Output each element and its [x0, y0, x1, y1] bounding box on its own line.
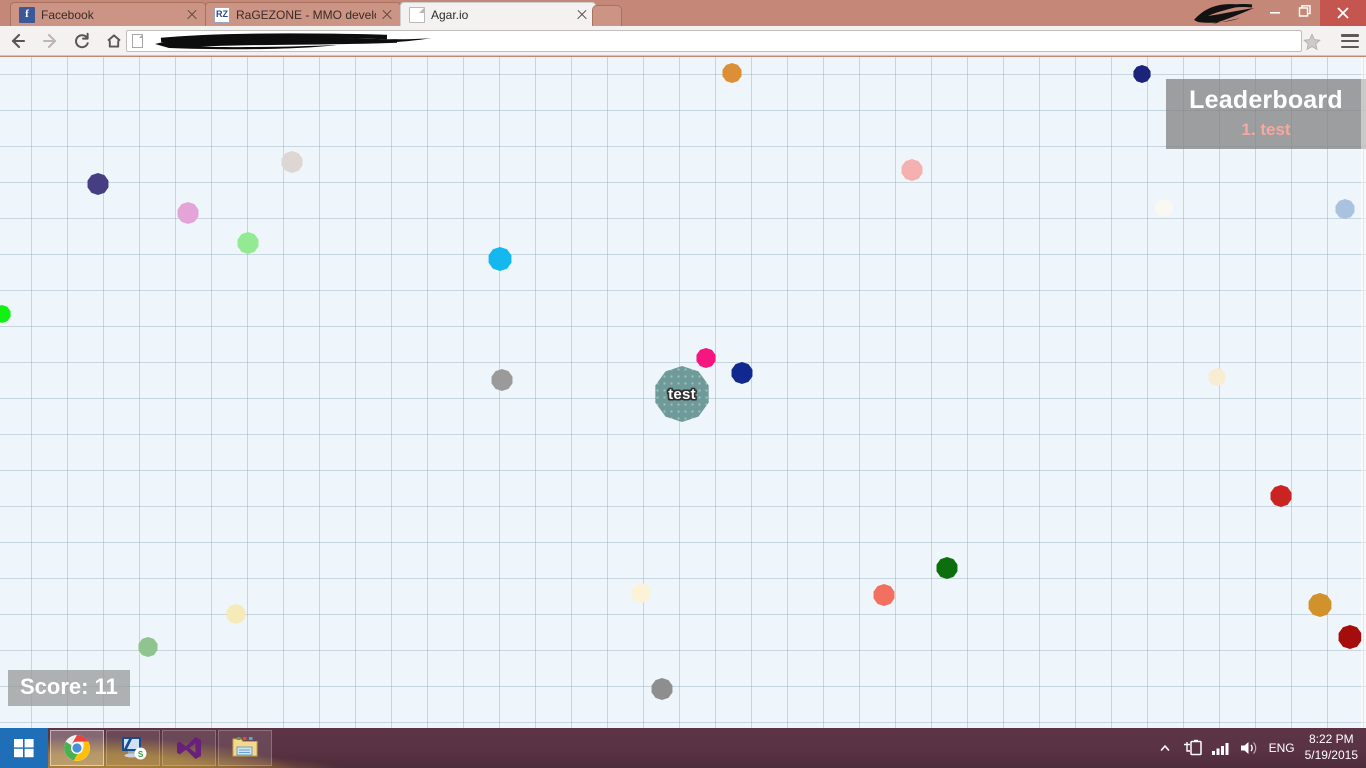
- home-icon[interactable]: [100, 27, 128, 55]
- windows-taskbar: S ENG 8:22 PM 5/19/2015: [0, 728, 1366, 768]
- page-scrollbar[interactable]: [1361, 57, 1366, 728]
- minimize-icon[interactable]: [1260, 0, 1290, 22]
- speaker-icon[interactable]: [1238, 728, 1260, 768]
- browser-tab-facebook[interactable]: f Facebook: [10, 2, 206, 26]
- star-icon[interactable]: [1302, 32, 1322, 52]
- tab-strip: f Facebook RZ RaGEZONE - MMO develo Agar…: [0, 0, 1366, 26]
- restore-icon[interactable]: [1290, 0, 1320, 22]
- agario-game-canvas[interactable]: test Leaderboard 1. test Score: 11: [0, 57, 1366, 728]
- leaderboard-panel: Leaderboard 1. test: [1166, 79, 1366, 150]
- document-icon: [409, 6, 425, 23]
- food-pellet: [651, 678, 673, 700]
- score-panel: Score: 11: [8, 670, 130, 706]
- food-pellet: [731, 362, 753, 384]
- food-pellet: [491, 369, 513, 391]
- food-pellet: [0, 305, 11, 323]
- tab-close-icon[interactable]: [575, 8, 589, 22]
- tab-title: Agar.io: [431, 7, 469, 22]
- food-pellet: [138, 637, 158, 657]
- chevron-up-icon[interactable]: [1154, 728, 1176, 768]
- new-tab-button[interactable]: [592, 5, 622, 26]
- food-pellet: [237, 232, 259, 254]
- score-label: Score: 11: [20, 674, 118, 699]
- svg-text:S: S: [138, 750, 144, 759]
- window-controls: [1260, 0, 1366, 26]
- forward-arrow-icon[interactable]: [36, 27, 64, 55]
- taskbar-buttons: S: [0, 728, 272, 768]
- browser-tab-agario[interactable]: Agar.io: [400, 2, 596, 26]
- hamburger-menu-icon[interactable]: [1340, 32, 1360, 50]
- clock[interactable]: 8:22 PM 5/19/2015: [1305, 732, 1358, 763]
- leaderboard-title: Leaderboard: [1189, 86, 1343, 114]
- food-pellet: [1133, 65, 1151, 83]
- chrome-icon: [64, 735, 90, 761]
- taskbar-button-sql-server-management-studio[interactable]: S: [106, 730, 160, 766]
- visual-studio-icon: [177, 737, 201, 759]
- tab-close-icon[interactable]: [380, 8, 394, 22]
- sql-server-icon: S: [122, 737, 147, 760]
- food-pellet: [226, 604, 246, 624]
- signal-bars-icon[interactable]: [1210, 728, 1232, 768]
- browser-toolbar: [0, 26, 1366, 56]
- food-pellet: [281, 151, 303, 173]
- ragezone-icon: RZ: [214, 6, 230, 23]
- leaderboard-entry-1: 1. test: [1241, 119, 1291, 139]
- clock-date: 5/19/2015: [1304, 748, 1358, 762]
- tab-title: RaGEZONE - MMO develo: [236, 7, 376, 22]
- battery-icon[interactable]: [1182, 728, 1204, 768]
- system-tray: ENG 8:22 PM 5/19/2015: [1151, 728, 1366, 768]
- food-pellet: [696, 348, 716, 368]
- browser-window: f Facebook RZ RaGEZONE - MMO develo Agar…: [0, 0, 1366, 728]
- food-pellet: [873, 584, 895, 606]
- food-pellet: [488, 247, 512, 271]
- food-pellet: [1208, 368, 1226, 386]
- page-info-icon: [132, 34, 143, 48]
- browser-tab-ragezone[interactable]: RZ RaGEZONE - MMO develo: [205, 2, 401, 26]
- back-arrow-icon[interactable]: [4, 27, 32, 55]
- taskbar-button-visual-studio[interactable]: [162, 730, 216, 766]
- tab-close-icon[interactable]: [185, 8, 199, 22]
- folder-icon: [232, 737, 258, 757]
- player-cell-name: test: [668, 385, 696, 403]
- food-pellet: [936, 557, 958, 579]
- close-icon[interactable]: [1320, 0, 1366, 26]
- food-pellet: [1155, 199, 1173, 217]
- facebook-icon: f: [19, 6, 35, 23]
- food-pellet: [1270, 485, 1292, 507]
- clock-time: 8:22 PM: [1308, 732, 1354, 747]
- reload-icon[interactable]: [68, 27, 96, 55]
- food-pellet: [1338, 625, 1362, 649]
- food-pellet: [177, 202, 199, 224]
- food-pellet: [901, 159, 923, 181]
- taskbar-button-file-explorer[interactable]: [218, 730, 272, 766]
- player-cell: test: [655, 366, 709, 422]
- windows-start-icon[interactable]: [0, 728, 48, 768]
- food-pellet: [87, 173, 109, 195]
- taskbar-button-chrome[interactable]: [50, 730, 104, 766]
- food-pellet: [722, 63, 742, 83]
- address-bar[interactable]: [126, 30, 1302, 52]
- food-pellet: [1308, 593, 1332, 617]
- language-indicator[interactable]: ENG: [1269, 741, 1295, 755]
- redaction-scribble: [155, 33, 432, 50]
- food-pellet: [631, 583, 651, 603]
- redaction-scribble: [1194, 4, 1254, 24]
- tab-title: Facebook: [41, 7, 94, 22]
- food-pellet: [1335, 199, 1355, 219]
